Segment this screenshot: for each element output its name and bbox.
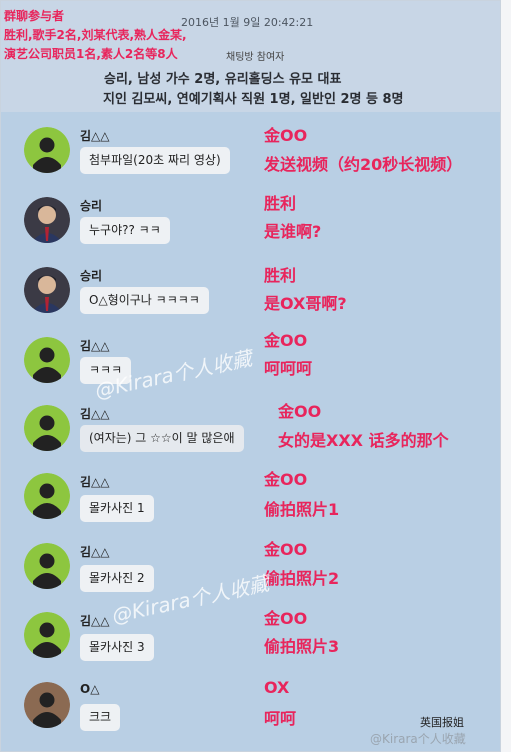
avatar-brown[interactable]: [24, 682, 70, 728]
sender-name: 김△△: [80, 475, 110, 489]
annotation-speaker: 金OO: [264, 609, 308, 628]
annotation-speaker: 胜利: [264, 266, 297, 285]
sender-name: 승리: [80, 269, 103, 283]
annotation-translation: 是OX哥啊?: [264, 294, 347, 313]
annotation-translation: 发送视频（约20秒长视频）: [264, 155, 463, 174]
annotation-speaker: OX: [264, 678, 290, 697]
overlay-line-3: 演艺公司职员1名,素人2名等8人: [4, 47, 178, 61]
message-bubble[interactable]: 첨부파일(20초 짜리 영상): [80, 147, 230, 174]
annotation-speaker: 胜利: [264, 194, 297, 213]
avatar-default[interactable]: [24, 127, 70, 173]
message-bubble[interactable]: 크크: [80, 704, 121, 731]
annotation-speaker: 金OO: [264, 470, 308, 489]
sender-name: 김△△: [80, 614, 110, 628]
sender-name: 김△△: [80, 545, 110, 559]
avatar-default[interactable]: [24, 543, 70, 589]
participants-line-2: 지인 김모씨, 연예기획사 직원 1명, 일반인 2명 등 8명: [103, 92, 404, 107]
annotation-speaker: 金OO: [264, 126, 308, 145]
annotation-translation: 女的是XXX 话多的那个: [278, 431, 449, 450]
annotation-translation: 呵呵: [264, 709, 297, 728]
message-bubble[interactable]: 몰카사진 3: [80, 634, 154, 661]
participants-line-1: 승리, 남성 가수 2명, 유리홀딩스 유모 대표: [104, 72, 342, 87]
watermark-bottom: @Kirara个人收藏: [370, 732, 466, 746]
annotation-translation: 偷拍照片3: [264, 637, 340, 656]
message-bubble[interactable]: 몰카사진 2: [80, 565, 154, 592]
annotation-translation: 偷拍照片1: [264, 500, 340, 519]
message-bubble[interactable]: 누구야?? ㅋㅋ: [80, 217, 170, 244]
message-bubble[interactable]: (여자는) 그 ☆☆이 말 많은애: [80, 425, 244, 452]
sender-name: O△: [80, 682, 100, 696]
annotation-speaker: 金OO: [264, 331, 308, 350]
logo: 英国报姐: [420, 716, 464, 729]
overlay-line-2: 胜利,歌手2名,刘某代表,熟人金某,: [4, 28, 187, 42]
avatar-photo[interactable]: [24, 197, 70, 243]
avatar-default[interactable]: [24, 612, 70, 658]
annotation-speaker: 金OO: [278, 402, 322, 421]
overlay-title: 群聊参与者: [4, 9, 65, 23]
sender-name: 승리: [80, 199, 103, 213]
annotation-translation: 是谁啊?: [264, 222, 322, 241]
avatar-default[interactable]: [24, 405, 70, 451]
message-bubble[interactable]: O△형이구나 ㅋㅋㅋㅋ: [80, 287, 209, 314]
avatar-photo[interactable]: [24, 267, 70, 313]
sender-name: 김△△: [80, 129, 110, 143]
avatar-default[interactable]: [24, 473, 70, 519]
avatar-default[interactable]: [24, 337, 70, 383]
timestamp: 2016년 1월 9일 20:42:21: [181, 16, 314, 29]
annotation-translation: 呵呵呵: [264, 359, 313, 378]
sender-name: 김△△: [80, 407, 110, 421]
annotation-speaker: 金OO: [264, 540, 308, 559]
message-bubble[interactable]: 몰카사진 1: [80, 495, 154, 522]
annotation-translation: 偷拍照片2: [264, 569, 340, 588]
chat-panel: 2016년 1월 9일 20:42:21 채팅방 참여자 승리, 남성 가수 2…: [0, 0, 501, 752]
sender-name: 김△△: [80, 339, 110, 353]
room-participants-label: 채팅방 참여자: [226, 52, 285, 63]
